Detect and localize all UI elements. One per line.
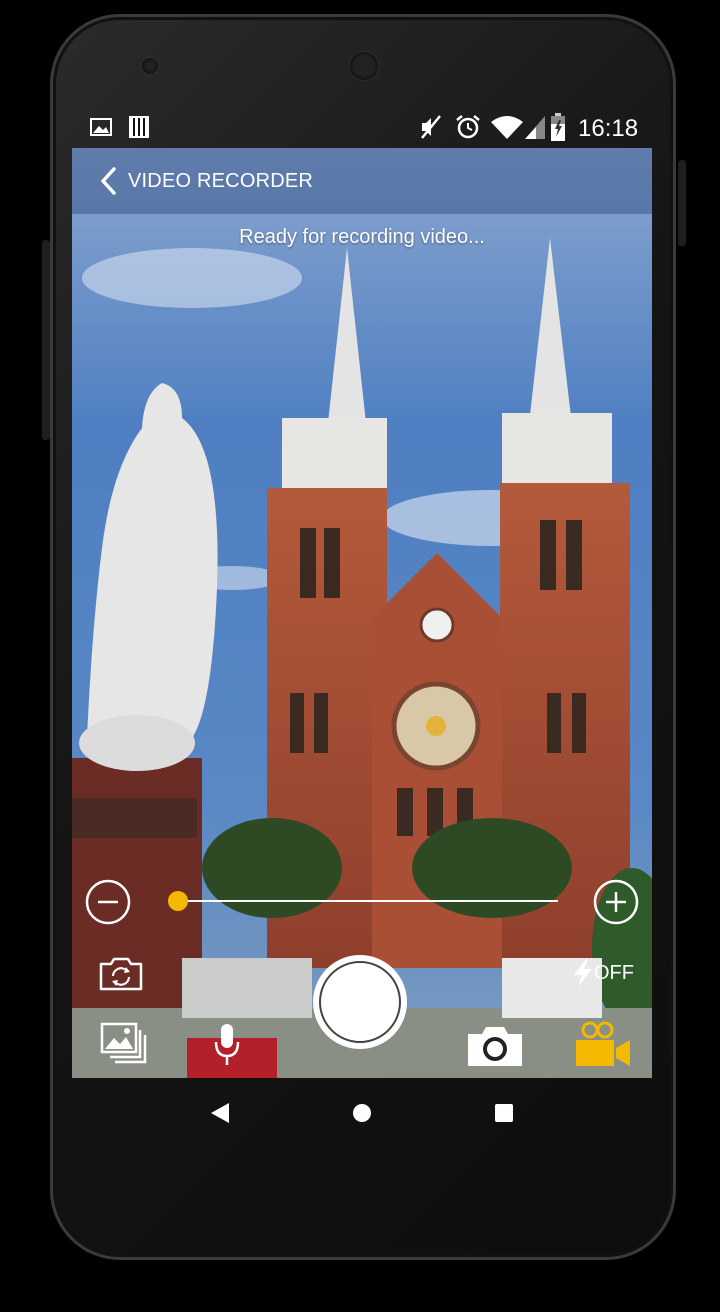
zoom-in-icon: [593, 879, 639, 925]
mute-icon: [421, 115, 441, 139]
app-bar: VIDEO RECORDER: [72, 148, 652, 214]
flash-label: OFF: [594, 961, 634, 984]
navigation-bar: [72, 1078, 652, 1148]
front-camera: [350, 52, 378, 80]
zoom-track: [178, 900, 558, 902]
video-camera-icon: [576, 1021, 630, 1066]
page-title: VIDEO RECORDER: [128, 169, 314, 192]
record-button[interactable]: [310, 952, 410, 1052]
image-icon: [90, 118, 112, 136]
signal-icon: [525, 116, 545, 139]
camera-viewfinder[interactable]: VIDEO RECORDER Ready for recording video…: [72, 148, 652, 1078]
preview-image: [72, 148, 652, 1078]
microphone-button[interactable]: [212, 1022, 242, 1068]
switch-camera-icon: [99, 957, 143, 991]
shutter-icon: [313, 955, 407, 1049]
home-icon[interactable]: [351, 1102, 373, 1124]
back-icon[interactable]: [209, 1101, 231, 1125]
zoom-in-button[interactable]: [592, 878, 640, 926]
zoom-out-icon: [85, 879, 131, 925]
power-button: [678, 160, 686, 246]
recents-icon[interactable]: [493, 1102, 515, 1124]
wifi-icon: [491, 116, 523, 139]
clock: 16:18: [578, 115, 639, 142]
chevron-left-icon[interactable]: [98, 166, 118, 196]
zoom-thumb[interactable]: [168, 891, 188, 911]
microphone-icon: [214, 1024, 240, 1065]
zoom-slider[interactable]: [168, 888, 560, 914]
sd-card-icon: [129, 116, 149, 138]
flash-icon: [574, 959, 592, 987]
switch-camera-button[interactable]: [98, 956, 144, 992]
camera-icon: [468, 1027, 522, 1066]
gallery-icon: [100, 1022, 147, 1064]
sensor-dot: [142, 58, 158, 74]
recording-status: Ready for recording video...: [239, 226, 485, 248]
gallery-button[interactable]: [100, 1022, 148, 1064]
status-bar: 16:18: [72, 108, 652, 148]
zoom-out-button[interactable]: [84, 878, 132, 926]
volume-button: [42, 240, 50, 440]
alarm-icon: [456, 115, 480, 139]
battery-icon: [551, 113, 565, 141]
photo-mode-button[interactable]: [466, 1024, 524, 1068]
flash-toggle[interactable]: OFF: [572, 956, 644, 990]
video-mode-button[interactable]: [574, 1020, 632, 1068]
